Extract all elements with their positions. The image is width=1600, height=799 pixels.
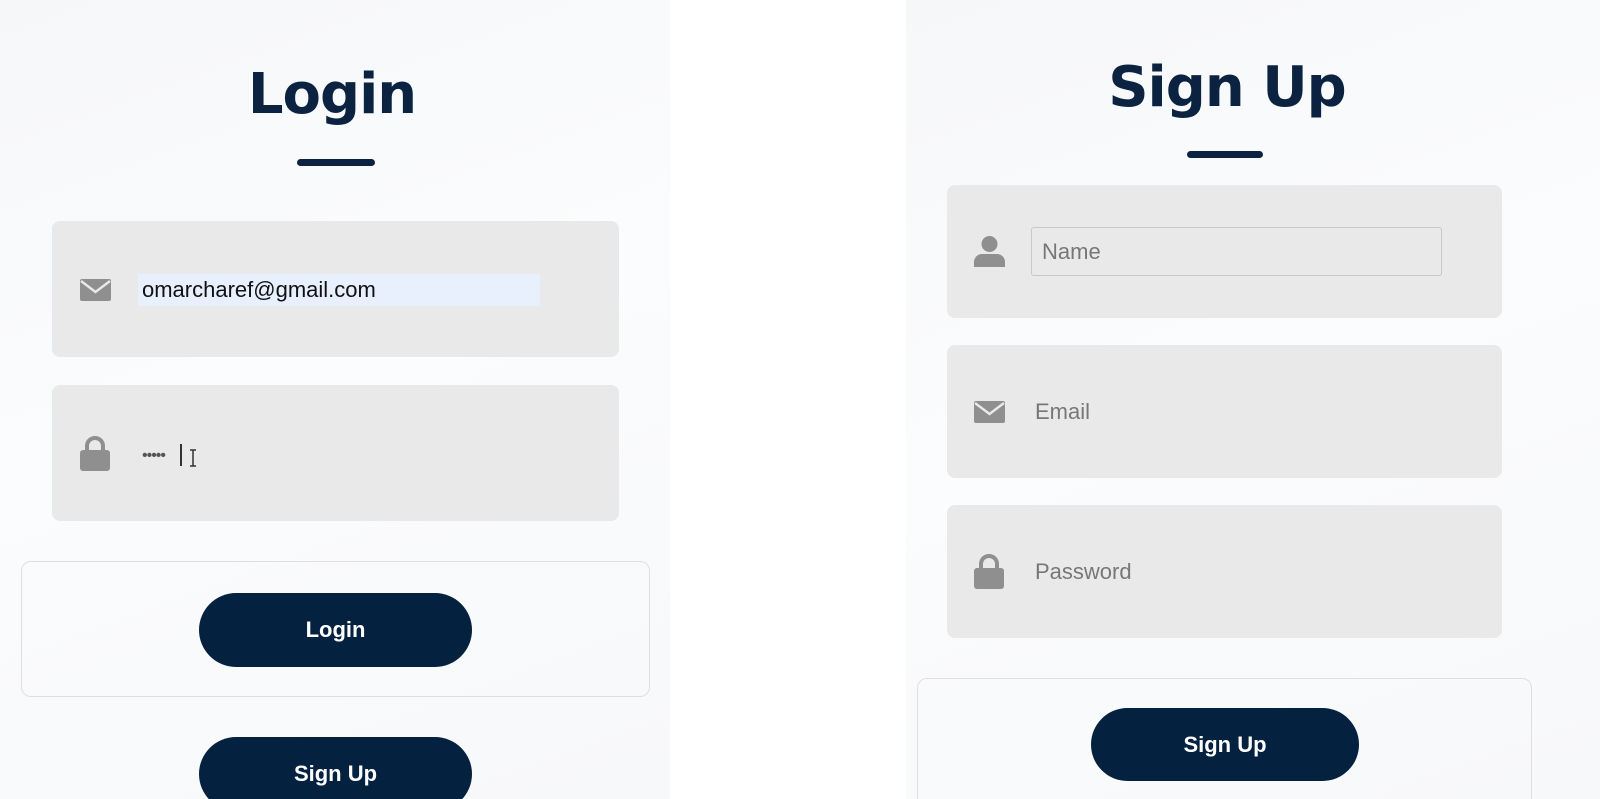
signup-name-field xyxy=(947,185,1502,318)
login-email-input[interactable] xyxy=(138,274,540,306)
login-password-input[interactable]: ••••• xyxy=(138,441,438,471)
login-panel: Login ••••• Login Sign Up xyxy=(0,0,670,799)
signup-title-underline xyxy=(1187,151,1263,158)
login-title-underline xyxy=(297,159,375,166)
envelope-icon xyxy=(974,401,1005,423)
signup-panel: Sign Up Sign Up xyxy=(906,0,1600,799)
signup-password-input[interactable] xyxy=(1031,555,1451,589)
login-button[interactable]: Login xyxy=(199,593,472,667)
text-cursor xyxy=(180,444,182,466)
lock-icon xyxy=(80,436,110,471)
login-title: Login xyxy=(247,62,417,127)
signup-password-field xyxy=(947,505,1502,638)
user-icon xyxy=(974,236,1005,267)
signup-email-field xyxy=(947,345,1502,478)
login-password-field: ••••• xyxy=(52,385,619,521)
signup-title: Sign Up xyxy=(1108,55,1347,120)
signup-button[interactable]: Sign Up xyxy=(1091,708,1359,781)
i-beam-cursor-icon xyxy=(190,449,196,467)
signup-button-area: Sign Up xyxy=(917,678,1532,799)
signup-email-input[interactable] xyxy=(1031,395,1451,429)
login-email-field xyxy=(52,221,619,357)
lock-icon xyxy=(974,554,1004,589)
signup-name-input[interactable] xyxy=(1031,227,1442,276)
login-button-area: Login xyxy=(21,561,650,697)
signup-switch-button[interactable]: Sign Up xyxy=(199,737,472,799)
envelope-icon xyxy=(80,279,111,301)
